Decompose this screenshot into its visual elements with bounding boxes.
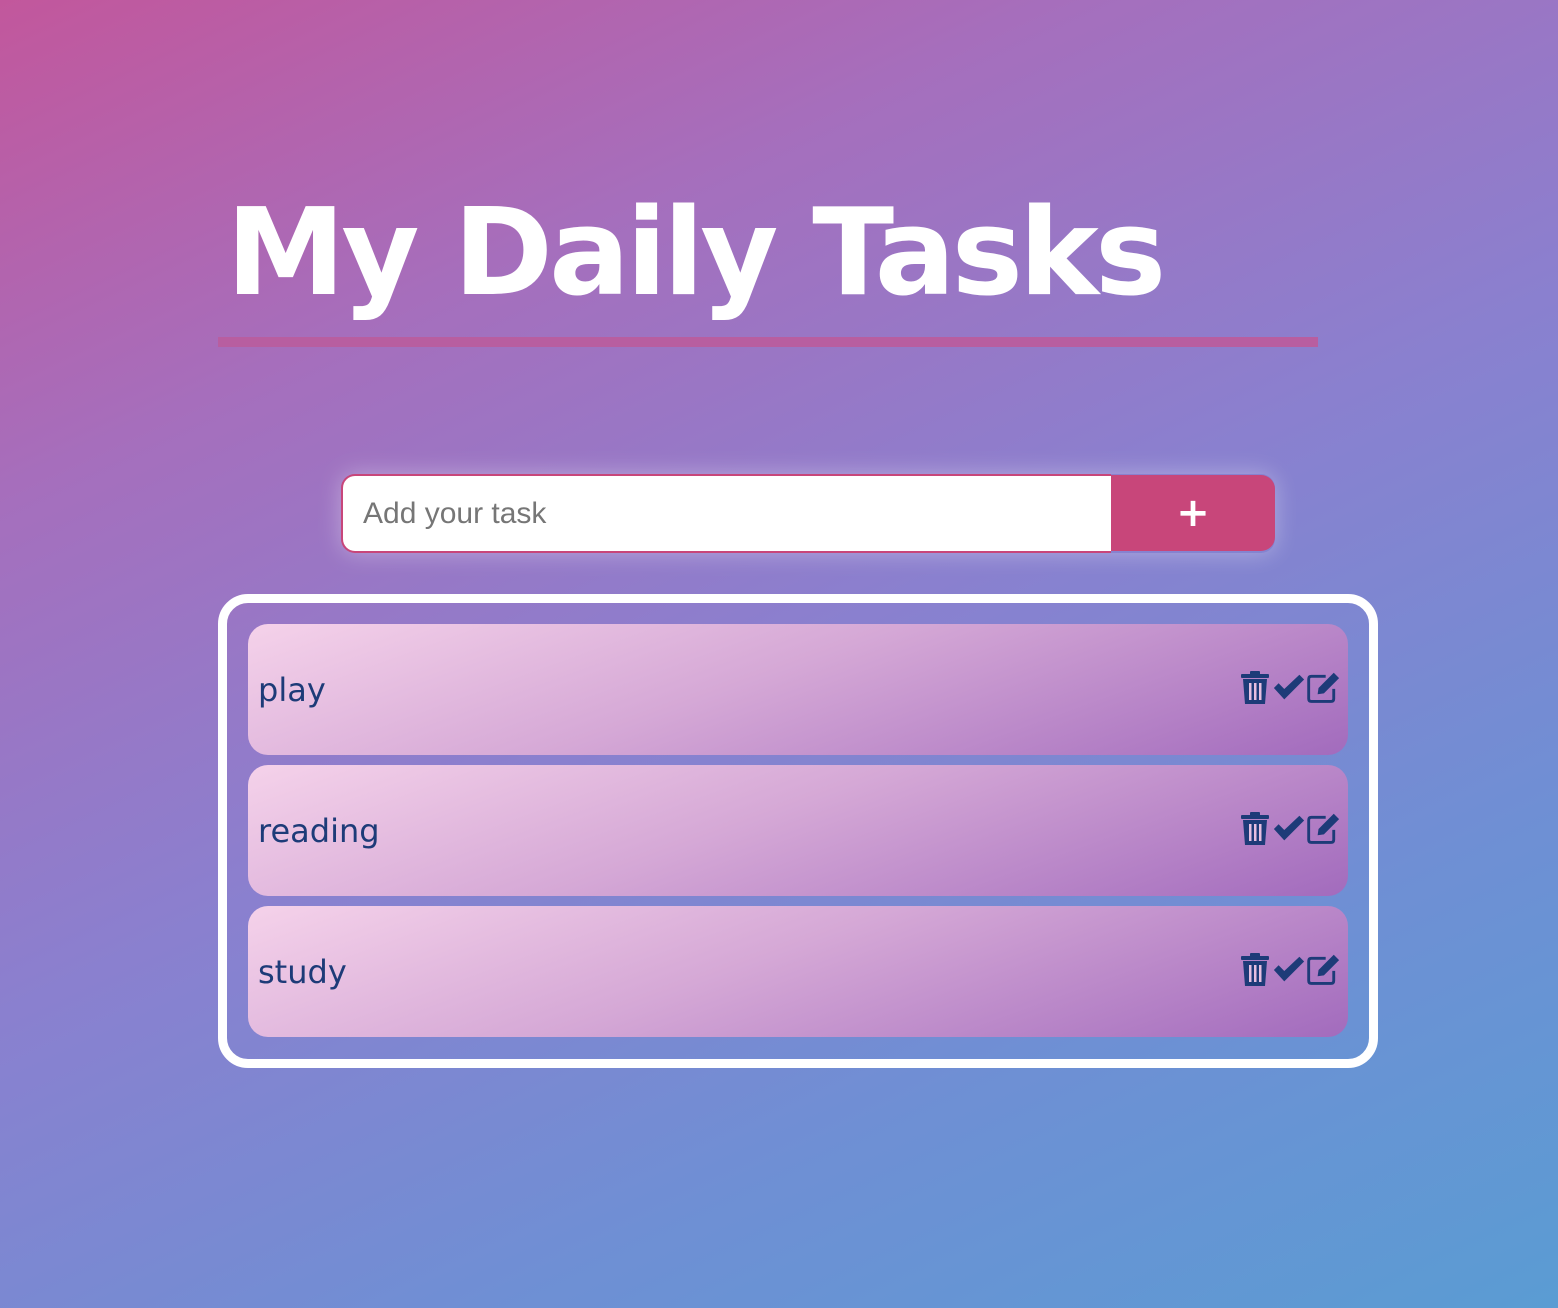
add-task-button[interactable]: +: [1111, 475, 1275, 551]
check-icon[interactable]: [1272, 811, 1306, 847]
task-label: play: [258, 670, 326, 709]
check-icon[interactable]: [1272, 670, 1306, 706]
title-underline: [218, 337, 1318, 347]
task-actions: [1238, 670, 1340, 706]
trash-icon[interactable]: [1238, 952, 1272, 988]
check-icon[interactable]: [1272, 952, 1306, 988]
task-item: study: [248, 906, 1348, 1037]
task-list: play reading study: [218, 594, 1378, 1068]
task-input[interactable]: [341, 474, 1111, 553]
trash-icon[interactable]: [1238, 670, 1272, 706]
task-label: study: [258, 952, 347, 991]
task-item: play: [248, 624, 1348, 755]
edit-icon[interactable]: [1306, 952, 1340, 988]
task-actions: [1238, 952, 1340, 988]
task-item: reading: [248, 765, 1348, 896]
edit-icon[interactable]: [1306, 811, 1340, 847]
trash-icon[interactable]: [1238, 811, 1272, 847]
task-actions: [1238, 811, 1340, 847]
edit-icon[interactable]: [1306, 670, 1340, 706]
page-title: My Daily Tasks: [226, 184, 1166, 323]
task-label: reading: [258, 811, 380, 850]
add-task-bar: +: [341, 474, 1275, 553]
